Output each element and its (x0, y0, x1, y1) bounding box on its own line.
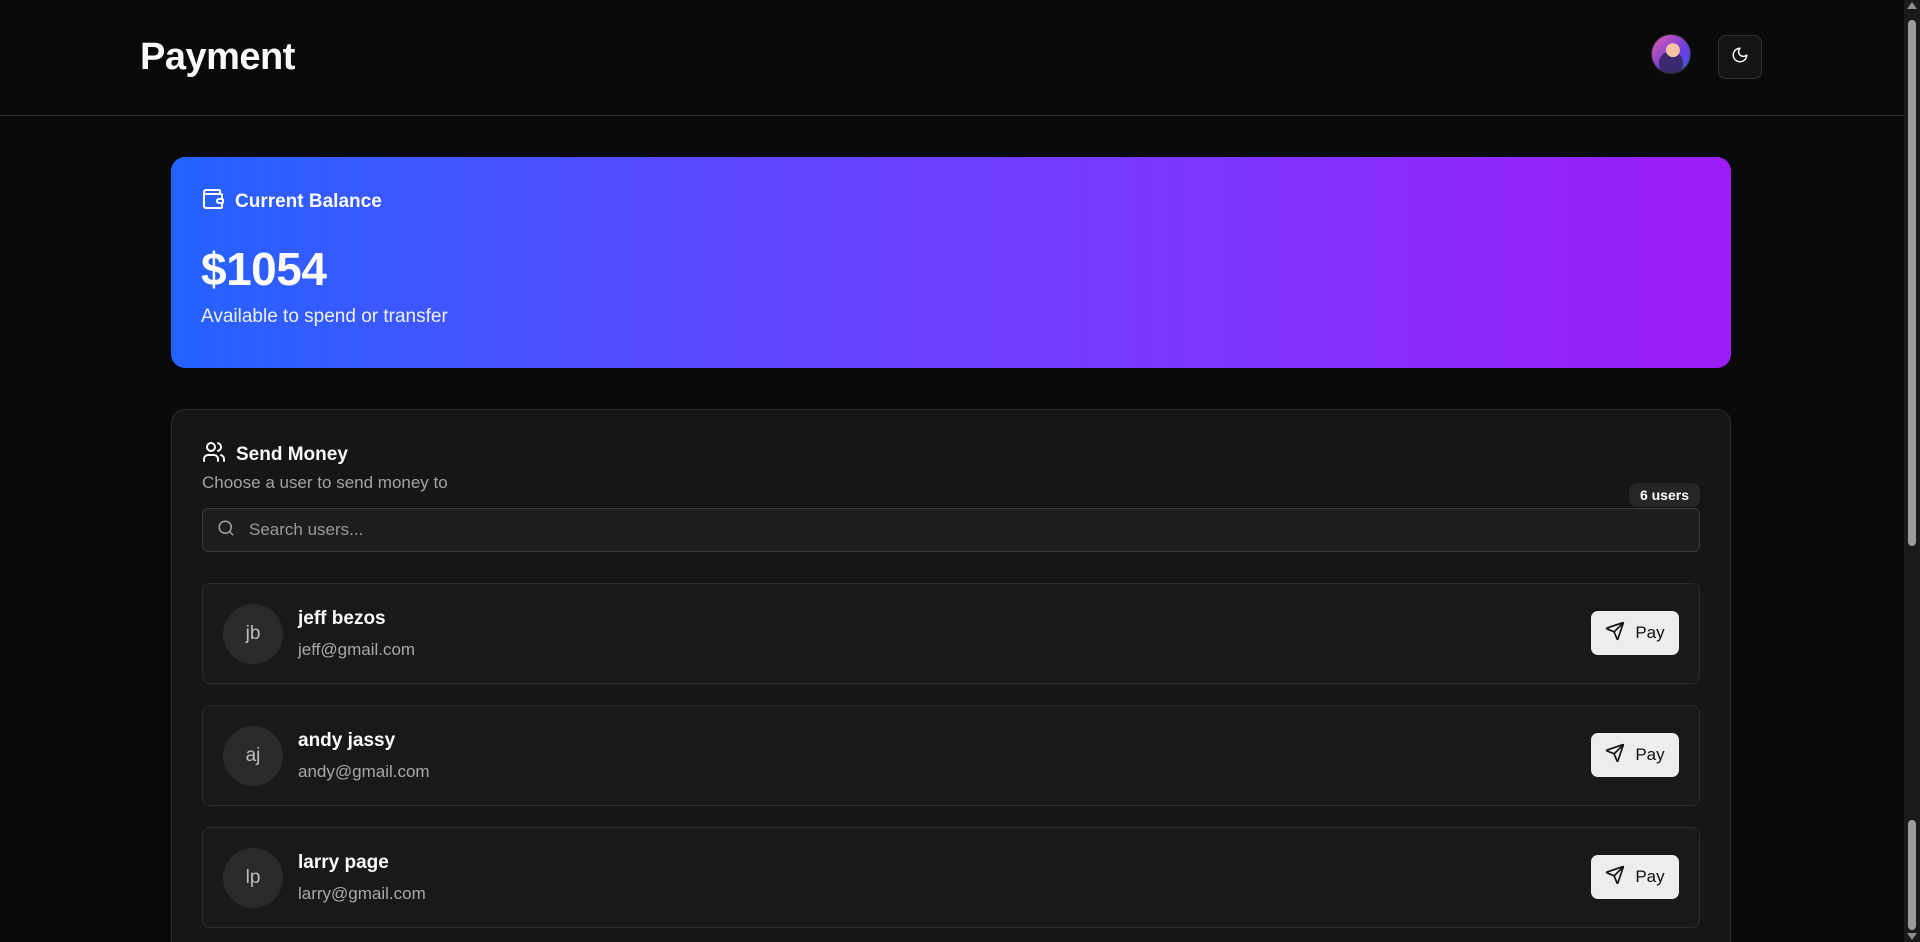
pay-button[interactable]: Pay (1591, 611, 1679, 655)
send-icon (1605, 621, 1625, 646)
pay-button-label: Pay (1635, 745, 1665, 764)
scroll-up-arrow-icon[interactable] (1907, 2, 1917, 9)
user-name: larry page (298, 851, 389, 873)
send-money-header: Send Money Choose a user to send money t… (202, 440, 1700, 507)
page-title: Payment (140, 36, 295, 78)
search-box (202, 508, 1700, 552)
user-email: andy@gmail.com (298, 761, 430, 781)
scrollbar-thumb-secondary[interactable] (1908, 820, 1916, 930)
moon-icon (1731, 46, 1749, 69)
page-scrollbar[interactable] (1904, 0, 1920, 942)
user-info: larry page larry@gmail.com (298, 852, 426, 904)
user-email: jeff@gmail.com (298, 639, 416, 659)
scroll-down-arrow-icon[interactable] (1907, 933, 1917, 940)
user-info: andy jassy andy@gmail.com (298, 730, 430, 782)
search-icon (217, 519, 235, 542)
pay-button[interactable]: Pay (1591, 855, 1679, 899)
user-name: andy jassy (298, 729, 396, 751)
send-money-card: Send Money Choose a user to send money t… (171, 409, 1731, 942)
list-item: aj andy jassy andy@gmail.com Pay (202, 705, 1700, 806)
user-email: larry@gmail.com (298, 883, 426, 903)
list-item: jb jeff bezos jeff@gmail.com Pay (202, 583, 1700, 684)
balance-card: Current Balance $1054 Available to spend… (171, 157, 1731, 368)
pay-button-label: Pay (1635, 623, 1665, 642)
avatar: jb (223, 603, 283, 664)
theme-toggle-button[interactable] (1718, 35, 1762, 79)
user-list: jb jeff bezos jeff@gmail.com Pay aj andy… (202, 583, 1700, 942)
send-icon (1605, 743, 1625, 768)
user-info: jeff bezos jeff@gmail.com (298, 608, 415, 660)
balance-label: Current Balance (235, 190, 382, 212)
pay-button[interactable]: Pay (1591, 733, 1679, 777)
avatar: lp (223, 847, 283, 908)
pay-button-label: Pay (1635, 867, 1665, 886)
wallet-icon (201, 187, 225, 216)
balance-header: Current Balance (201, 187, 1701, 216)
balance-subtitle: Available to spend or transfer (201, 306, 448, 327)
list-item: lp larry page larry@gmail.com Pay (202, 827, 1700, 928)
user-count-badge: 6 users (1628, 483, 1700, 507)
send-money-title: Send Money (236, 443, 348, 465)
balance-amount: $1054 (201, 243, 327, 295)
search-input[interactable] (249, 520, 1699, 540)
profile-avatar[interactable] (1651, 34, 1691, 74)
scrollbar-thumb[interactable] (1908, 20, 1916, 546)
send-money-subtitle: Choose a user to send money to (202, 473, 448, 492)
user-name: jeff bezos (298, 607, 386, 629)
users-icon (202, 440, 226, 469)
top-navbar: Payment (0, 0, 1904, 116)
send-money-title-row: Send Money (202, 440, 1700, 469)
send-icon (1605, 865, 1625, 890)
avatar: aj (223, 725, 283, 786)
